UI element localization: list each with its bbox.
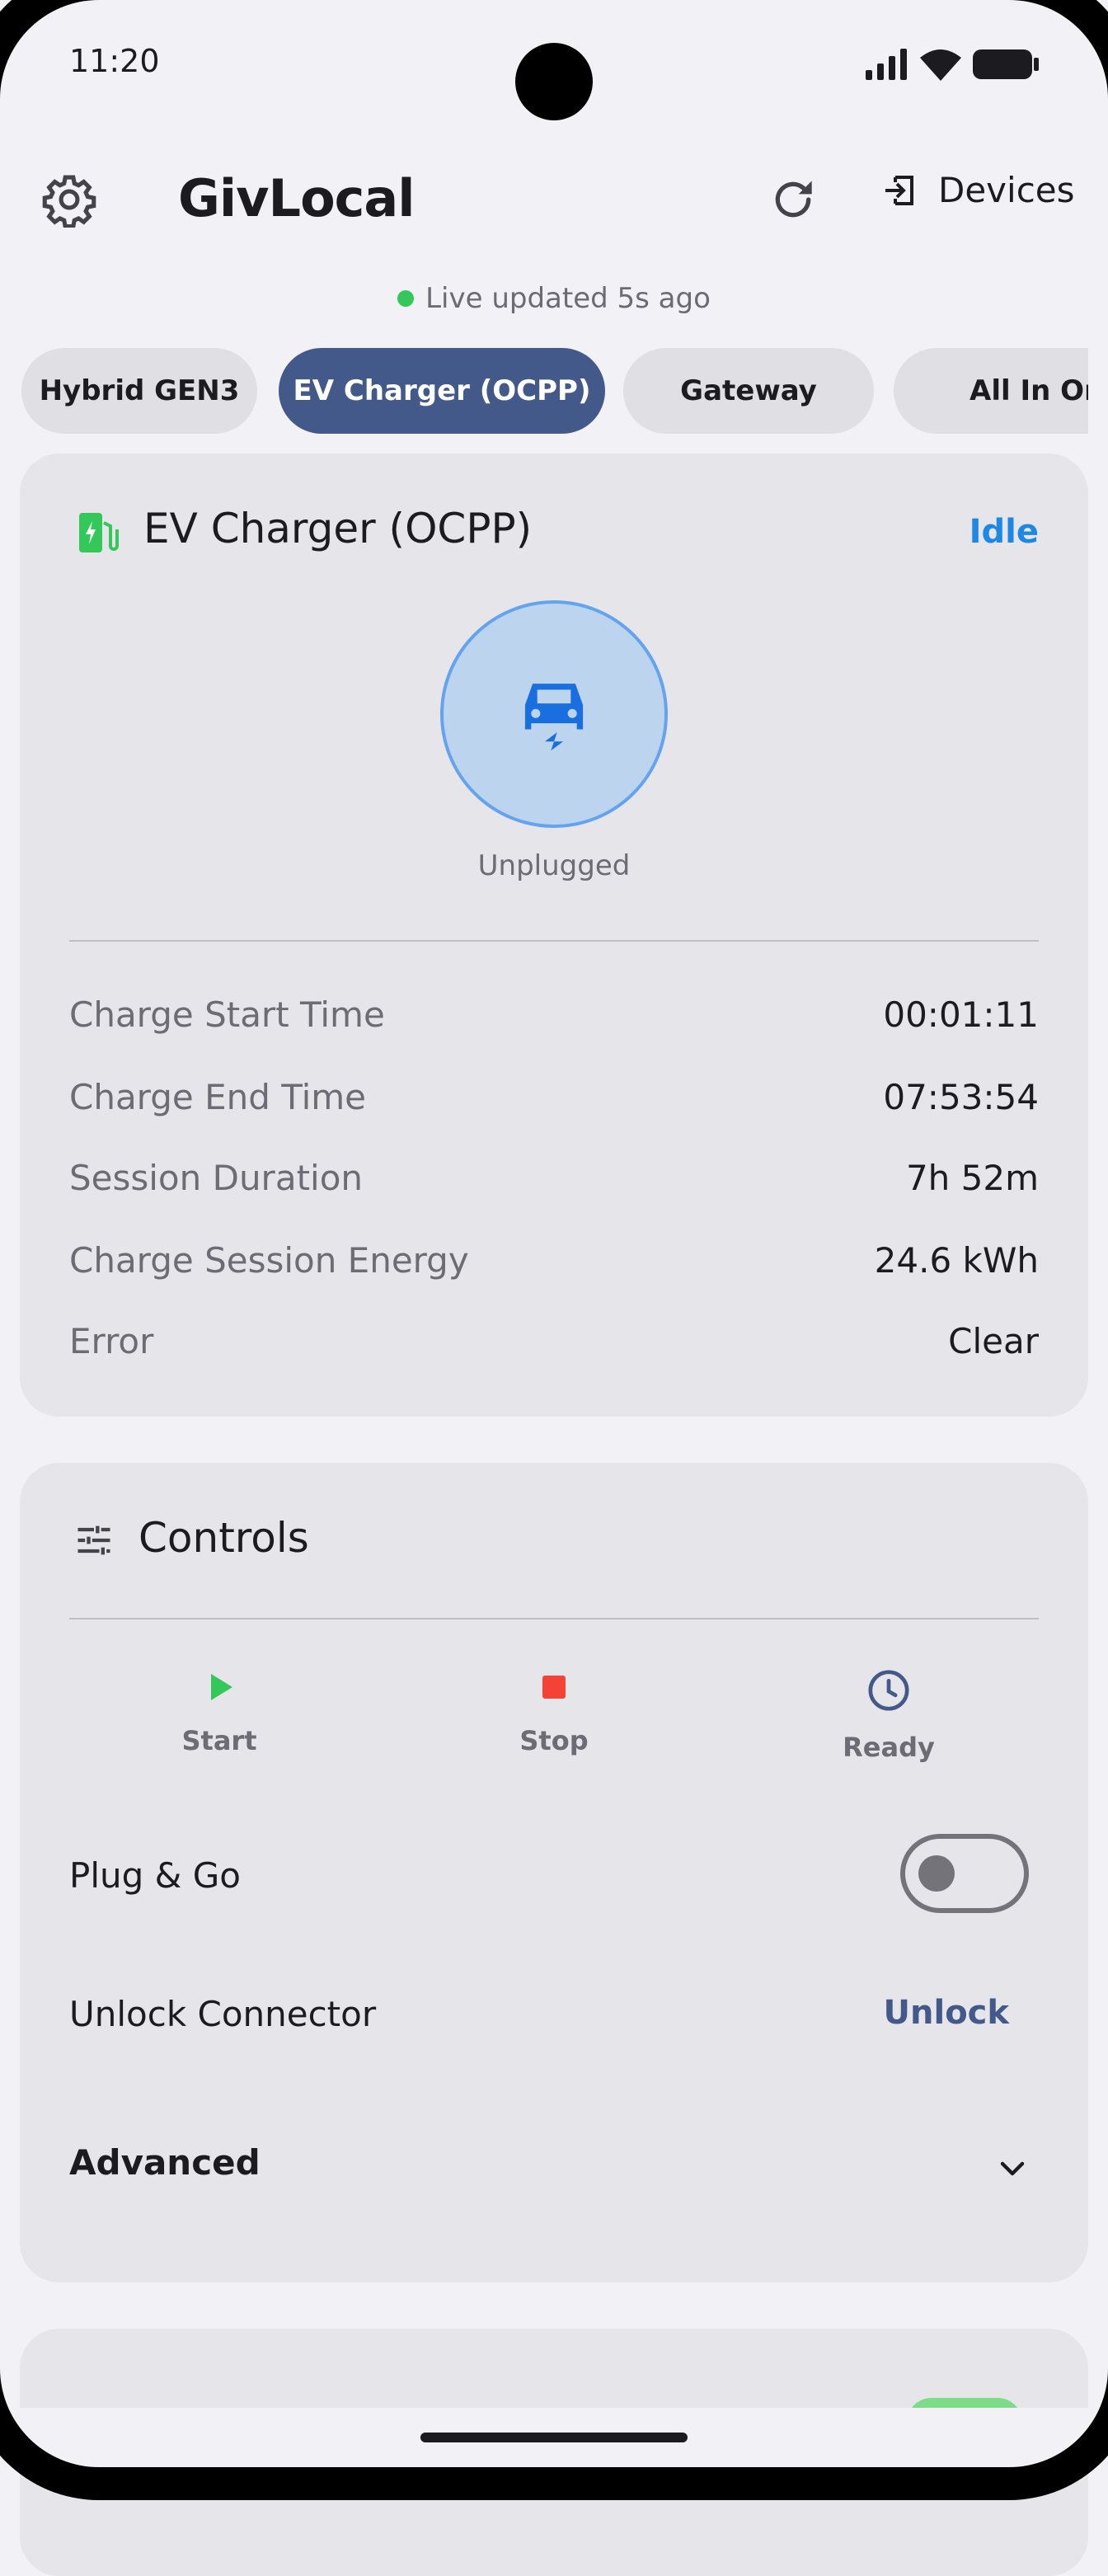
plug-go-label: Plug & Go — [69, 1855, 241, 1896]
stop-button[interactable]: Stop — [455, 1667, 653, 1756]
chevron-down-icon — [1000, 2161, 1025, 2176]
home-indicator[interactable] — [420, 2433, 688, 2442]
devices-button[interactable]: Devices — [880, 170, 1075, 210]
start-button[interactable]: Start — [120, 1667, 318, 1756]
tab-all-in-one[interactable]: All In One — [894, 348, 1088, 434]
unlock-connector-label: Unlock Connector — [69, 1994, 377, 2034]
tab-label: Gateway — [680, 374, 817, 407]
ev-card-title: EV Charger (OCPP) — [143, 505, 533, 552]
gear-icon[interactable] — [41, 172, 97, 228]
tab-label: All In One — [970, 374, 1088, 407]
tab-hybrid-gen3[interactable]: Hybrid GEN3 — [21, 348, 257, 434]
charge-start-label: Charge Start Time — [69, 994, 385, 1035]
divider — [69, 940, 1039, 942]
clock-icon — [868, 1670, 909, 1711]
stop-icon — [542, 1676, 566, 1699]
play-icon — [211, 1674, 232, 1700]
app-title: GivLocal — [178, 168, 415, 228]
divider — [69, 1618, 1039, 1619]
camera-cutout — [515, 43, 593, 120]
charge-end-label: Charge End Time — [69, 1077, 367, 1117]
error-label: Error — [69, 1321, 154, 1361]
device-tabs: Hybrid GEN3 EV Charger (OCPP) Gateway Al… — [21, 348, 1088, 434]
refresh-icon[interactable] — [767, 173, 819, 226]
start-label: Start — [181, 1725, 257, 1756]
session-energy-label: Charge Session Energy — [69, 1240, 469, 1281]
status-time: 11:20 — [69, 43, 160, 79]
advanced-expander[interactable]: Advanced — [69, 2142, 1039, 2192]
login-icon — [885, 175, 913, 205]
ready-button[interactable]: Ready — [790, 1667, 988, 1763]
tab-label: Hybrid GEN3 — [39, 374, 240, 407]
tab-ev-charger[interactable]: EV Charger (OCPP) — [279, 348, 605, 434]
toggle-knob — [918, 1855, 955, 1892]
charge-end-value: 07:53:54 — [883, 1077, 1039, 1117]
session-energy-value: 24.6 kWh — [874, 1240, 1039, 1281]
wifi-icon — [920, 49, 961, 81]
live-status: Live updated 5s ago — [0, 282, 1108, 315]
tab-gateway[interactable]: Gateway — [623, 348, 874, 434]
status-icons — [866, 48, 1039, 81]
unlock-button[interactable]: Unlock — [884, 1994, 1009, 2032]
plug-state: Unplugged — [477, 849, 631, 882]
signal-icon — [866, 49, 907, 80]
session-duration-value: 7h 52m — [905, 1158, 1039, 1198]
charge-start-value: 00:01:11 — [883, 994, 1039, 1035]
error-value: Clear — [948, 1321, 1039, 1361]
devices-label: Devices — [938, 170, 1075, 210]
ev-station-icon — [79, 513, 119, 552]
session-duration-label: Session Duration — [69, 1158, 364, 1198]
tab-label: EV Charger (OCPP) — [293, 374, 591, 407]
ev-status-circle — [440, 600, 668, 828]
battery-icon — [973, 49, 1039, 79]
advanced-label: Advanced — [69, 2142, 261, 2183]
charger-status: Idle — [969, 513, 1039, 551]
live-dot-icon — [397, 290, 415, 307]
stop-label: Stop — [519, 1725, 589, 1756]
controls-title: Controls — [138, 1514, 309, 1562]
car-charging-icon — [524, 684, 584, 751]
ready-label: Ready — [843, 1732, 935, 1763]
tune-icon — [77, 1525, 110, 1555]
live-status-text: Live updated 5s ago — [425, 282, 711, 315]
plug-go-toggle[interactable] — [900, 1834, 1029, 1913]
